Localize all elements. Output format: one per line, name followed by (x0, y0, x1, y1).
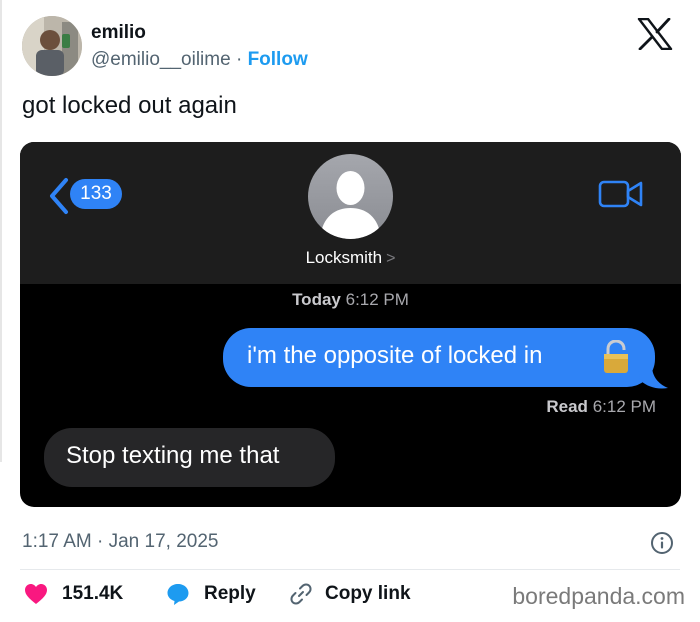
link-icon (290, 583, 312, 605)
follow-button[interactable]: Follow (248, 49, 308, 70)
sent-message-text: i'm the opposite of locked in (247, 342, 543, 369)
video-call-icon (598, 180, 643, 208)
copy-link-button[interactable]: Copy link (289, 582, 411, 606)
reply-bubble-icon (167, 584, 189, 605)
footer-divider (20, 569, 680, 570)
reply-label: Reply (204, 583, 256, 604)
read-receipt: Read 6:12 PM (20, 397, 656, 417)
contact-chevron-icon: > (386, 250, 396, 267)
contact-name: Locksmith (305, 248, 383, 267)
handle-separator: · (235, 49, 243, 70)
boredpanda-watermark: boredpanda.com (512, 583, 685, 609)
author-avatar-image (22, 16, 82, 76)
author-handle-row: @emilio__oilime · Follow (91, 49, 308, 71)
message-timestamp: Today 6:12 PM (20, 290, 681, 310)
timestamp-day: Today (292, 290, 341, 309)
sent-bubble-tail (638, 366, 668, 389)
like-count: 151.4K (62, 583, 124, 604)
tweet-text: got locked out again (22, 92, 237, 119)
author-handle[interactable]: @emilio__oilime (91, 49, 231, 70)
unlocked-padlock-icon (604, 340, 628, 373)
timestamp-time: 6:12 PM (345, 290, 409, 309)
post-timestamp[interactable]: 1:17 AM · Jan 17, 2025 (22, 531, 218, 553)
x-logo-icon[interactable] (637, 18, 673, 50)
reply-button[interactable]: Reply (166, 582, 256, 606)
info-icon[interactable] (650, 531, 674, 555)
like-button[interactable]: 151.4K (24, 582, 123, 606)
contact-name-row: Locksmith > (20, 248, 681, 268)
back-chevron-icon (50, 178, 68, 214)
heart-icon (25, 584, 47, 604)
person-silhouette-icon (320, 171, 381, 239)
embedded-screenshot[interactable]: 133 Locksmith > Today 6:12 PM i'm the opp… (20, 142, 681, 507)
author-avatar[interactable] (22, 16, 82, 76)
contact-avatar (308, 154, 393, 239)
unread-count-badge: 133 (70, 179, 122, 209)
read-time: 6:12 PM (592, 397, 656, 416)
received-message-text: Stop texting me that (66, 442, 280, 469)
author-name[interactable]: emilio (91, 22, 146, 44)
read-label: Read (546, 397, 588, 416)
copy-link-label: Copy link (325, 583, 411, 604)
left-border (0, 0, 2, 462)
